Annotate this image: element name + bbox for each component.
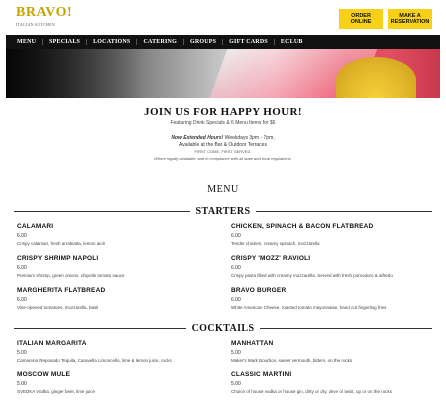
menu-item: MARGHERITA FLATBREAD 6.00 Vine-ripened t…	[17, 287, 217, 310]
happy-hour-first-come: FIRST COME, FIRST SERVED.	[194, 149, 252, 154]
nav-item-gift-cards[interactable]: GIFT CARDS	[223, 39, 275, 45]
nav-item-groups[interactable]: GROUPS	[184, 39, 224, 45]
nav-item-eclub[interactable]: ECLUB	[275, 39, 309, 45]
extended-hours-text: Weekdays 3pm - 7pm,	[223, 135, 275, 141]
section-label: COCKTAILS	[191, 322, 255, 334]
menu-item: CRISPY 'MOZZ' RAVIOLI 6.00 Crispy pasta …	[231, 255, 431, 278]
menu-item-description: Maker's Mark Bourbon, sweet vermouth, bi…	[231, 358, 353, 363]
happy-hour-legal-note: Where legally available, and in complian…	[154, 156, 292, 161]
section-header-starters: STARTERS	[14, 205, 432, 217]
menu-item-price: 5.00	[231, 350, 241, 356]
happy-hour-title: JOIN US FOR HAPPY HOUR!	[144, 106, 302, 118]
menu-item-name: CRISPY 'MOZZ' RAVIOLI	[231, 255, 311, 262]
menu-item-description: Tender chicken, creamy spinach, mozzarel…	[231, 241, 320, 246]
make-reservation-button[interactable]: MAKE A RESERVATION	[388, 9, 432, 29]
divider	[260, 327, 432, 329]
menu-item-price: 6.00	[17, 265, 27, 271]
nav-item-catering[interactable]: CATERING	[137, 39, 184, 45]
nav-item-menu[interactable]: MENU	[11, 39, 44, 45]
menu-item: CRISPY SHRIMP NAPOLI 6.00 Premium shrimp…	[17, 255, 217, 278]
happy-hour-section: JOIN US FOR HAPPY HOUR! Featuring Drink …	[6, 106, 440, 161]
menu-item-price: 5.00	[231, 381, 241, 387]
menu-item-name: CHICKEN, SPINACH & BACON FLATBREAD	[231, 223, 374, 230]
menu-item-price: 6.00	[231, 233, 241, 239]
order-online-button[interactable]: ORDER ONLINE	[339, 9, 383, 29]
menu-item-price: 6.00	[17, 297, 27, 303]
menu-item: BRAVO BURGER 6.00 White American Cheese,…	[231, 287, 431, 310]
brand-tagline: ITALIAN KITCHEN	[16, 22, 55, 27]
brand-name: BRAVO!	[16, 5, 73, 20]
section-label: STARTERS	[195, 205, 251, 217]
menu-item-name: CRISPY SHRIMP NAPOLI	[17, 255, 99, 262]
menu-item: CHICKEN, SPINACH & BACON FLATBREAD 6.00 …	[231, 223, 431, 246]
menu-item-price: 6.00	[231, 265, 241, 271]
menu-item-price: 6.00	[17, 233, 27, 239]
menu-title: MENU	[207, 184, 239, 195]
menu-item-description: Vine-ripened tomatoes, mozzarella, basil	[17, 305, 99, 310]
menu-item-price: 5.00	[17, 350, 27, 356]
happy-hour-hours: Now Extended Hours! Weekdays 3pm - 7pm,	[6, 135, 440, 141]
menu-item-description: Premium shrimp, green onions, chipotle t…	[17, 273, 125, 278]
menu-item-name: ITALIAN MARGARITA	[17, 340, 87, 347]
menu-item-name: CALAMARI	[17, 223, 54, 230]
menu-item-price: 5.00	[17, 381, 27, 387]
section-header-cocktails: COCKTAILS	[14, 322, 432, 334]
menu-item-description: Camarena Reposado Tequila, Caravella Lim…	[17, 358, 172, 363]
page: BRAVO! ITALIAN KITCHEN ORDER ONLINE MAKE…	[6, 0, 440, 400]
extended-hours-label: Now Extended Hours!	[171, 135, 224, 141]
menu-item: CALAMARI 6.00 Crispy calamari, fresh arr…	[17, 223, 217, 246]
menu-item-description: SVEDKA Vodka, ginger beer, lime juice	[17, 389, 96, 394]
menu-item: MOSCOW MULE 5.00 SVEDKA Vodka, ginger be…	[17, 371, 217, 394]
menu-item-name: MOSCOW MULE	[17, 371, 71, 378]
site-header: BRAVO! ITALIAN KITCHEN ORDER ONLINE MAKE…	[6, 0, 440, 33]
divider	[14, 210, 190, 212]
divider	[14, 327, 186, 329]
menu-item-description: Crispy pasta filled with creamy mozzarel…	[231, 273, 393, 278]
happy-hour-subtitle: Featuring Drink Specials & 6 Menu Items …	[170, 120, 276, 126]
menu-item-name: MANHATTAN	[231, 340, 274, 347]
menu-item: MANHATTAN 5.00 Maker's Mark Bourbon, swe…	[231, 340, 431, 363]
menu-item-price: 6.00	[231, 297, 241, 303]
citrus-garnish-image	[336, 57, 416, 98]
menu-item-name: CLASSIC MARTINI	[231, 371, 292, 378]
nav-item-locations[interactable]: LOCATIONS	[87, 39, 138, 45]
menu-item: ITALIAN MARGARITA 5.00 Camarena Reposado…	[17, 340, 217, 363]
menu-item: CLASSIC MARTINI 5.00 Choice of house vod…	[231, 371, 431, 394]
main-nav: MENU SPECIALS LOCATIONS CATERING GROUPS …	[6, 35, 440, 49]
brand-logo[interactable]: BRAVO! ITALIAN KITCHEN	[16, 5, 72, 29]
menu-item-name: BRAVO BURGER	[231, 287, 287, 294]
menu-item-description: White American Cheese, roasted tomato ma…	[231, 305, 387, 310]
menu-item-name: MARGHERITA FLATBREAD	[17, 287, 106, 294]
divider	[256, 210, 432, 212]
nav-item-specials[interactable]: SPECIALS	[43, 39, 88, 45]
menu-item-description: Choice of house vodka or house gin, dirt…	[231, 389, 392, 394]
menu-item-description: Crispy calamari, fresh arrabiatta, lemon…	[17, 241, 105, 246]
happy-hour-availability: Available at the Bar & Outdoor Terraces	[179, 142, 267, 148]
